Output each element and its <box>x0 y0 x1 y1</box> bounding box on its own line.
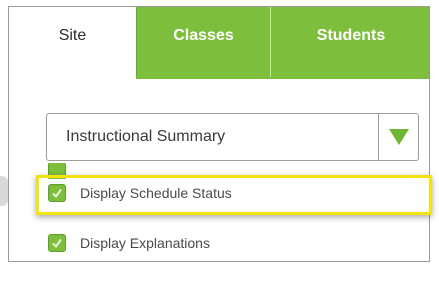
tab-bar: Site Classes Students <box>9 7 429 79</box>
tab-classes[interactable]: Classes <box>136 7 270 79</box>
explanations-label: Display Explanations <box>80 235 210 251</box>
panel-edge-mark <box>0 176 8 206</box>
checkmark-icon <box>52 238 62 249</box>
dropdown-toggle[interactable] <box>378 114 418 160</box>
tab-underline <box>136 77 429 79</box>
tab-site[interactable]: Site <box>9 7 136 79</box>
report-type-select[interactable]: Instructional Summary <box>46 113 419 161</box>
tab-students-label: Students <box>316 27 386 44</box>
highlight-box <box>36 175 432 215</box>
option-display-explanations[interactable]: Display Explanations <box>48 234 210 252</box>
report-type-value: Instructional Summary <box>66 128 226 145</box>
tab-classes-label: Classes <box>173 27 234 44</box>
triangle-down-icon <box>388 129 409 145</box>
checkbox-explanations[interactable] <box>48 234 66 252</box>
tab-students[interactable]: Students <box>270 7 429 79</box>
settings-panel: Site Classes Students Instructional Summ… <box>8 6 430 262</box>
tab-site-label: Site <box>58 27 87 44</box>
